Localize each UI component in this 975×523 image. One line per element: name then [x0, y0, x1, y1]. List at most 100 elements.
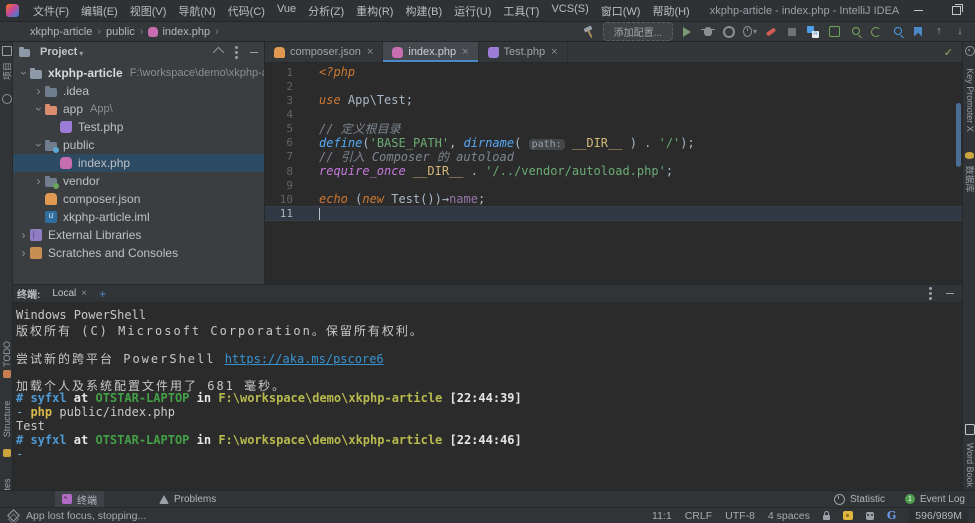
code-line-3[interactable]: 3use App\Test;: [265, 93, 962, 107]
code-line-2[interactable]: 2: [265, 79, 962, 93]
hide-panel-icon[interactable]: [250, 52, 258, 53]
tool-window-button-statistic[interactable]: Statistic: [832, 494, 887, 505]
menu-item-构建-b[interactable]: 构建(B): [399, 3, 448, 19]
minimize-button[interactable]: [899, 0, 937, 21]
tab-index-php[interactable]: index.php: [383, 42, 478, 62]
breadcrumb-index-php[interactable]: index.php: [162, 26, 210, 38]
code-line-11[interactable]: 11: [265, 206, 962, 220]
tree-closed-chevron-icon[interactable]: [32, 85, 45, 97]
menu-item-vcs-s[interactable]: VCS(S): [545, 3, 594, 19]
translate-button[interactable]: [806, 25, 820, 39]
tab-composer-json[interactable]: composer.json: [265, 42, 383, 62]
tree-item-test-php[interactable]: Test.php: [13, 118, 264, 136]
build-hammer-icon[interactable]: [582, 25, 596, 39]
tree-open-chevron-icon[interactable]: [17, 67, 30, 79]
robot-plugin-icon[interactable]: [866, 512, 874, 520]
menu-item-分析-z[interactable]: 分析(Z): [302, 3, 350, 19]
yellow-plugin-icon[interactable]: [843, 511, 853, 520]
terminal-link[interactable]: https://aka.ms/pscore6: [225, 352, 384, 366]
next-occurrence-button[interactable]: ↓: [953, 25, 967, 39]
background-tasks-icon[interactable]: [7, 509, 20, 522]
code-line-5[interactable]: 5// 定义根目录: [265, 122, 962, 136]
run-button[interactable]: [680, 25, 694, 39]
tree-closed-chevron-icon[interactable]: [17, 247, 30, 259]
indent-style[interactable]: 4 spaces: [768, 510, 810, 522]
collapse-all-icon[interactable]: [213, 46, 224, 57]
reload-button[interactable]: [869, 25, 883, 39]
tree-item-composer-json[interactable]: composer.json: [13, 190, 264, 208]
tab-close-icon[interactable]: [551, 47, 557, 58]
stripe-button-circle[interactable]: [0, 94, 13, 104]
tab-test-php[interactable]: Test.php: [479, 42, 568, 62]
run-configuration-select[interactable]: 添加配置...: [603, 22, 673, 41]
terminal-hide-icon[interactable]: [946, 293, 954, 294]
chevron-down-icon[interactable]: [79, 45, 83, 59]
stripe-button-word-book[interactable]: Word Book: [963, 424, 975, 495]
tab-close-icon[interactable]: [462, 47, 468, 58]
tree-closed-chevron-icon[interactable]: [32, 175, 45, 187]
stripe-button-structure[interactable]: Structure: [0, 388, 13, 456]
menu-item-重构-r[interactable]: 重构(R): [350, 3, 399, 19]
tree-open-chevron-icon[interactable]: [32, 103, 45, 115]
stripe-button-key-promoter-x[interactable]: Key Promoter X: [963, 46, 975, 144]
tree-item-external-libraries[interactable]: External Libraries: [13, 226, 264, 244]
debug-button[interactable]: [701, 25, 715, 39]
stripe-button-todo[interactable]: TODO: [0, 338, 13, 378]
menu-item-编辑-e[interactable]: 编辑(E): [75, 3, 124, 19]
prev-occurrence-button[interactable]: ↑: [932, 25, 946, 39]
code-line-7[interactable]: 7// 引入 Composer 的 autoload: [265, 150, 962, 164]
code-line-8[interactable]: 8require_once __DIR__ . '/../vendor/auto…: [265, 164, 962, 178]
tree-item-public[interactable]: public: [13, 136, 264, 154]
code-line-10[interactable]: 10echo (new Test())→name;: [265, 192, 962, 206]
tree-closed-chevron-icon[interactable]: [17, 229, 30, 241]
plugin-box-button[interactable]: [827, 25, 841, 39]
menu-item-代码-c[interactable]: 代码(C): [222, 3, 271, 19]
menu-item-窗口-w[interactable]: 窗口(W): [595, 3, 647, 19]
coverage-button[interactable]: [722, 25, 736, 39]
editor-scrollbar-thumb[interactable]: [956, 103, 961, 167]
find-button[interactable]: [890, 25, 904, 39]
code-line-1[interactable]: 1<?php: [265, 65, 962, 79]
memory-indicator[interactable]: 596/989M: [909, 509, 968, 523]
tree-open-chevron-icon[interactable]: [32, 139, 45, 151]
restore-button[interactable]: [937, 0, 975, 21]
profiler-button[interactable]: [743, 25, 757, 39]
tab-close-icon[interactable]: [367, 47, 373, 58]
tree-item-vendor[interactable]: vendor: [13, 172, 264, 190]
tool-window-button-problems[interactable]: Problems: [152, 491, 223, 507]
tree-item-app[interactable]: appApp\: [13, 100, 264, 118]
line-separator[interactable]: CRLF: [685, 510, 712, 522]
panel-options-icon[interactable]: [235, 51, 238, 54]
tool-window-button-终端[interactable]: 终端: [55, 491, 104, 507]
google-translate-icon[interactable]: G: [887, 509, 896, 522]
menu-item-工具-t[interactable]: 工具(T): [497, 3, 545, 19]
code-line-9[interactable]: 9: [265, 178, 962, 192]
lock-icon[interactable]: [823, 515, 830, 520]
menu-item-vue[interactable]: Vue: [271, 3, 302, 19]
attach-debugger-button[interactable]: [764, 25, 778, 39]
menu-item-帮助-h[interactable]: 帮助(H): [646, 3, 695, 19]
project-panel-title[interactable]: Project: [40, 46, 77, 58]
menu-item-导航-n[interactable]: 导航(N): [172, 3, 221, 19]
bookmark-button[interactable]: [911, 25, 925, 39]
stripe-button-项目[interactable]: 项目: [0, 46, 13, 86]
terminal-tab-local[interactable]: Local: [52, 288, 87, 299]
menu-item-视图-v[interactable]: 视图(V): [124, 3, 173, 19]
terminal-options-icon[interactable]: [929, 292, 932, 295]
stop-button[interactable]: [785, 25, 799, 39]
tool-window-button-event-log[interactable]: 1Event Log: [903, 494, 967, 505]
tree-item-scratches-and-consoles[interactable]: Scratches and Consoles: [13, 244, 264, 262]
stripe-button-数据库[interactable]: 数据库: [963, 152, 975, 199]
menu-item-运行-u[interactable]: 运行(U): [448, 3, 497, 19]
search-everywhere-button[interactable]: [848, 25, 862, 39]
tree-item-index-php[interactable]: index.php: [13, 154, 264, 172]
terminal-output[interactable]: Windows PowerShell版权所有 (C) Microsoft Cor…: [13, 303, 962, 461]
new-terminal-icon[interactable]: [99, 288, 106, 300]
menu-item-文件-f[interactable]: 文件(F): [27, 3, 75, 19]
tree-item-idea[interactable]: .idea: [13, 82, 264, 100]
inspections-ok-icon[interactable]: [944, 46, 953, 59]
breadcrumb-public[interactable]: public: [106, 26, 135, 38]
caret-position[interactable]: 11:1: [652, 510, 672, 522]
code-editor[interactable]: 1<?php23use App\Test;45// 定义根目录6define('…: [265, 62, 962, 284]
breadcrumb-xkphp-article[interactable]: xkphp-article: [30, 26, 92, 38]
